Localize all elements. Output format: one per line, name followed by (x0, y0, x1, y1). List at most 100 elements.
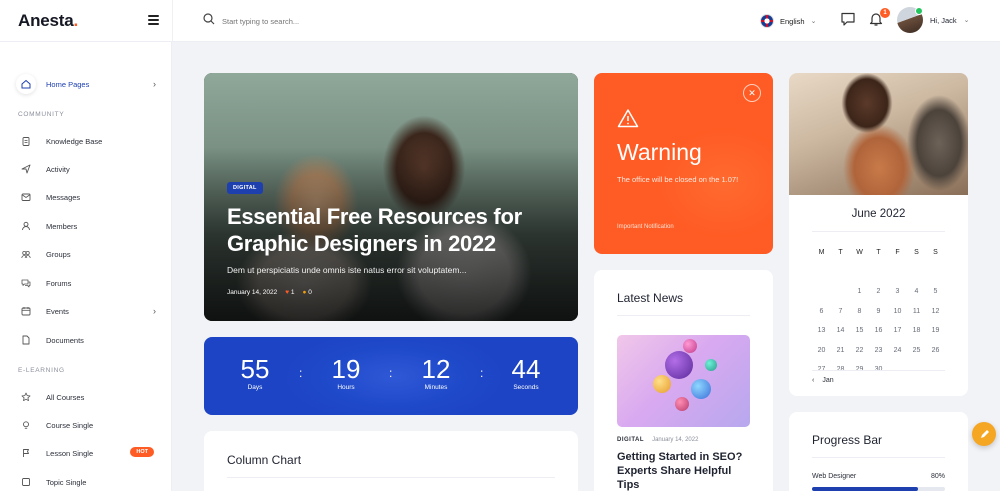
close-icon[interactable]: ✕ (743, 84, 761, 102)
news-image[interactable] (617, 335, 750, 427)
column-chart-card: Column Chart (204, 431, 578, 491)
star-icon (16, 387, 36, 407)
sidebar-item-topic-single[interactable]: Topic Single (16, 471, 162, 491)
news-headline[interactable]: Getting Started in SEO? Experts Share He… (617, 450, 752, 491)
uk-flag-icon (760, 14, 774, 28)
sidebar-item-activity[interactable]: Activity (16, 158, 162, 180)
warning-card: ✕ Warning The office will be closed on t… (594, 73, 773, 254)
calendar-week: 12345 (812, 282, 945, 302)
sidebar-item-documents[interactable]: Documents (16, 329, 162, 351)
sidebar-item-all-courses[interactable]: All Courses (16, 386, 162, 408)
lightbulb-icon (16, 415, 36, 435)
progress-fill (812, 487, 919, 491)
search-input[interactable] (222, 12, 422, 30)
calendar-day[interactable]: 4 (907, 288, 926, 295)
messages-button[interactable] (840, 11, 858, 29)
calendar-day[interactable]: 24 (888, 347, 907, 354)
warning-icon (617, 109, 639, 128)
countdown-days: 55 Days (240, 354, 270, 391)
calendar-prev-button[interactable]: ‹ Jan (812, 377, 834, 384)
topbar: Anesta. English ⌄ 1 Hi, Jack ⌄ (0, 0, 1000, 42)
news-category[interactable]: DIGITAL (617, 437, 644, 443)
post-date: January 14, 2022 (227, 289, 278, 296)
sidebar-item-label: Knowledge Base (46, 136, 103, 146)
calendar-day[interactable]: 22 (850, 347, 869, 354)
chevron-left-icon: ‹ (812, 377, 815, 384)
calendar-day[interactable]: 6 (812, 308, 831, 315)
calendar-day[interactable]: 12 (926, 308, 945, 315)
calendar-day[interactable]: 10 (888, 308, 907, 315)
sidebar-item-course-single[interactable]: Course Single (16, 414, 162, 436)
language-selector[interactable]: English ⌄ (760, 12, 816, 30)
chat-icon (841, 12, 855, 26)
calendar-day[interactable]: 23 (869, 347, 888, 354)
notifications-button[interactable]: 1 (868, 8, 890, 29)
calendar-day[interactable]: 18 (907, 327, 926, 334)
sidebar-item-label: Forums (46, 278, 72, 288)
calendar-day[interactable]: 13 (812, 327, 831, 334)
sidebar-item-label: Lesson Single (46, 448, 94, 458)
calendar-day[interactable]: 7 (831, 308, 850, 315)
sidebar-item-label: Documents (46, 335, 84, 345)
calendar-day[interactable]: 14 (831, 327, 850, 334)
calendar-day[interactable]: 1 (850, 288, 869, 295)
news-meta: DIGITAL January 14, 2022 (617, 437, 698, 443)
warning-message: The office will be closed on the 1.07! (617, 175, 739, 184)
sidebar-item-knowledge-base[interactable]: Knowledge Base (16, 130, 162, 152)
sidebar-item-label: All Courses (46, 392, 85, 402)
featured-post-card[interactable]: DIGITAL Essential Free Resources for Gra… (204, 73, 578, 321)
calendar-image (789, 73, 968, 195)
calendar-day[interactable]: 25 (907, 347, 926, 354)
comment-icon: ● (302, 289, 307, 296)
sidebar-item-home-pages[interactable]: Home Pages › (16, 73, 162, 95)
calendar-day[interactable]: 8 (850, 308, 869, 315)
sidebar-item-events[interactable]: Events › (16, 300, 162, 322)
calendar-day[interactable]: 20 (812, 347, 831, 354)
sidebar-item-label: Members (46, 221, 78, 231)
progress-track (812, 487, 945, 491)
calendar-day[interactable]: 3 (888, 288, 907, 295)
heart-icon: ♥ (285, 289, 290, 296)
calendar-day[interactable]: 26 (926, 347, 945, 354)
user-menu[interactable]: Hi, Jack ⌄ (897, 7, 970, 33)
sidebar-item-label: Groups (46, 249, 71, 259)
avatar (897, 7, 923, 33)
calendar-day[interactable]: 15 (850, 327, 869, 334)
sidebar-item-forums[interactable]: Forums (16, 272, 162, 294)
calendar-day[interactable]: 21 (831, 347, 850, 354)
pencil-icon (980, 429, 989, 438)
brand-logo[interactable]: Anesta. (18, 11, 78, 31)
envelope-icon (16, 187, 36, 207)
sidebar-item-groups[interactable]: Groups (16, 243, 162, 265)
calendar-day[interactable]: 9 (869, 308, 888, 315)
calendar-day[interactable]: 11 (907, 308, 926, 315)
calendar-day[interactable]: 19 (926, 327, 945, 334)
sidebar-item-members[interactable]: Members (16, 215, 162, 237)
edit-fab-button[interactable] (972, 422, 996, 446)
chevron-right-icon: › (153, 306, 156, 316)
calendar-week: 13 14 15 16 17 18 19 (812, 321, 945, 341)
countdown-separator: : (480, 366, 484, 380)
progress-bar-card: Progress Bar Web Designer 80% (789, 412, 968, 491)
groups-icon (16, 244, 36, 264)
latest-news-card: Latest News DIGITAL January 14, 2022 Get… (594, 270, 773, 491)
card-title: Column Chart (227, 453, 302, 467)
calendar-week (812, 263, 945, 283)
sidebar-item-label: Activity (46, 164, 70, 174)
sidebar-section-elearning: E-LEARNING (18, 367, 65, 374)
calendar-day[interactable]: 2 (869, 288, 888, 295)
countdown-separator: : (389, 366, 393, 380)
calendar-day[interactable]: 17 (888, 327, 907, 334)
forum-icon (16, 273, 36, 293)
document-icon (16, 330, 36, 350)
sidebar-item-lesson-single[interactable]: Lesson Single HOT (16, 442, 162, 464)
news-date: January 14, 2022 (652, 437, 699, 443)
calendar-day[interactable]: 16 (869, 327, 888, 334)
featured-post-excerpt: Dem ut perspiciatis unde omnis iste natu… (227, 265, 467, 275)
featured-post-title[interactable]: Essential Free Resources for Graphic Des… (227, 203, 557, 257)
countdown-separator: : (299, 366, 303, 380)
hamburger-menu-icon[interactable] (148, 15, 159, 25)
sidebar-item-messages[interactable]: Messages (16, 186, 162, 208)
category-tag[interactable]: DIGITAL (227, 182, 263, 194)
calendar-day[interactable]: 5 (926, 288, 945, 295)
